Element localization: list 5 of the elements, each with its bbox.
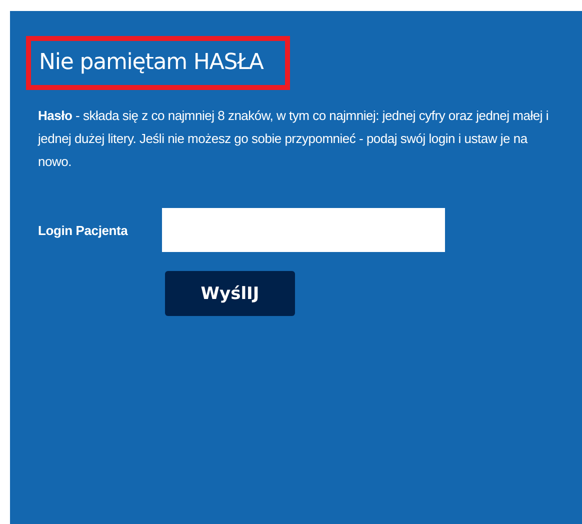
password-rules-text: Hasło - składa się z co najmniej 8 znaków, w tym co najmniej: jednej cyfry oraz jednej małej i jednej dużej litery. Jeśli nie możesz go sobie przypomnieć - podaj swój login i ustaw je na nowo.	[38, 107, 550, 171]
login-input-field[interactable]	[162, 208, 445, 252]
page-title: Nie pamiętam HASŁA	[26, 36, 290, 90]
send-button[interactable]: WyślIJ	[165, 271, 295, 316]
login-label: Login Pacjenta	[38, 222, 129, 238]
